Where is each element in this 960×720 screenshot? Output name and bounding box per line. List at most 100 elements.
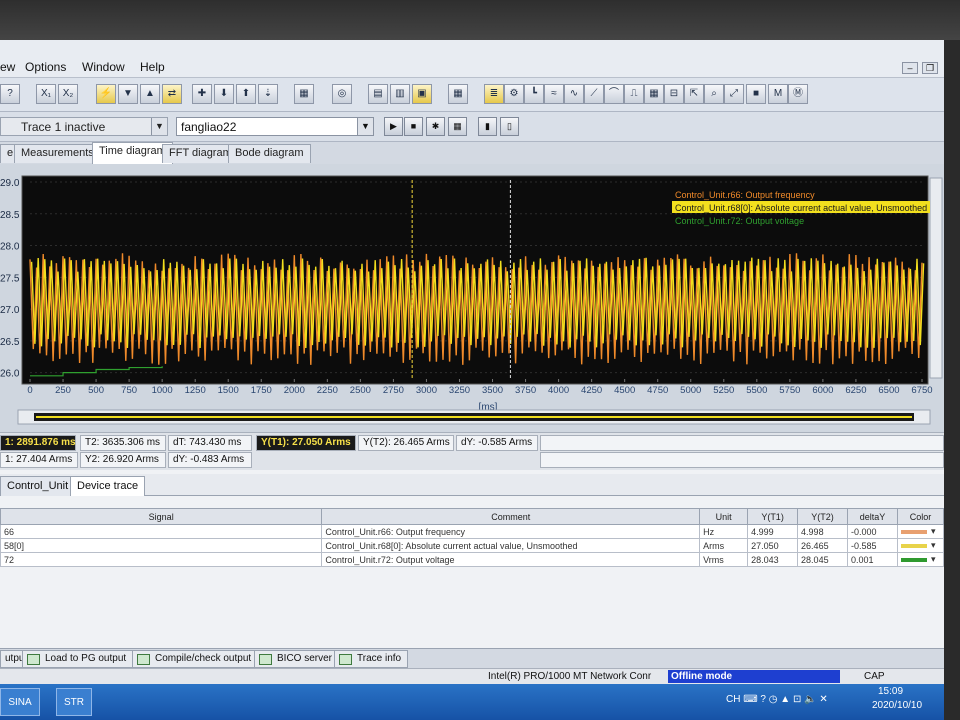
connect-icon[interactable]: ⇄ [162, 84, 182, 104]
menu-help[interactable]: Help [140, 60, 165, 74]
upload-icon[interactable]: ▲ [140, 84, 160, 104]
color-cell[interactable]: ▾ [896, 524, 945, 539]
m-circle-icon[interactable]: M [768, 84, 788, 104]
color-cell[interactable]: ▾ [896, 552, 945, 567]
menu-window[interactable]: Window [82, 60, 125, 74]
legend-entry: Control_Unit.r66: Output frequency [675, 190, 815, 200]
tab-device-trace[interactable]: Device trace [70, 476, 146, 496]
step-icon[interactable]: ⎍ [624, 84, 644, 104]
stop-icon[interactable]: ■ [746, 84, 766, 104]
download-icon[interactable]: ▼ [118, 84, 138, 104]
minimize-icon[interactable]: – [902, 62, 918, 74]
accessible-nodes-icon[interactable]: ◎ [332, 84, 352, 104]
menu-options[interactable]: Options [25, 60, 66, 74]
tab-control-unit[interactable]: Control_Unit [0, 476, 76, 496]
x2-icon[interactable]: X₂ [58, 84, 78, 104]
table-icon[interactable]: ▦ [644, 84, 664, 104]
x-tick-label: 5750 [779, 385, 800, 396]
trace-status-select[interactable]: Trace 1 inactive ▼ [0, 117, 168, 136]
tab-time-diagram[interactable]: Time diagram [92, 142, 173, 164]
clock-time: 15:09 [878, 686, 904, 697]
col-color[interactable]: Color [896, 508, 945, 525]
help-icon[interactable]: ? [0, 84, 20, 104]
trace-config-icon[interactable]: ▣ [412, 84, 432, 104]
axis-icon[interactable]: ┗ [524, 84, 544, 104]
col-comment[interactable]: Comment [321, 508, 701, 525]
y-t2-cell: 28.045 [797, 552, 848, 567]
starter-app-icon[interactable]: STR [56, 688, 92, 716]
trigger-icon[interactable]: ✱ [426, 117, 445, 136]
table-row[interactable]: 58[0] Control_Unit.r68[0]: Absolute curr… [0, 538, 945, 553]
fit-icon[interactable]: ⤢ [724, 84, 744, 104]
tray-icons[interactable]: CH ⌨ ? ◷ ▲ ⊡ 🔈 ✕ [726, 694, 828, 705]
trace-measure-icon[interactable]: ▥ [390, 84, 410, 104]
tab-trace-info[interactable]: Trace info [334, 650, 409, 668]
table-row[interactable]: 66 Control_Unit.r66: Output frequency Hz… [0, 524, 945, 539]
trace-status-value: Trace 1 inactive [21, 120, 106, 134]
save-trace-icon[interactable]: ▮ [478, 117, 497, 136]
record-icon[interactable]: ▦ [448, 117, 467, 136]
open-trace-icon[interactable]: ▯ [500, 117, 519, 136]
tab-compile-check-output[interactable]: Compile/check output [132, 650, 259, 668]
cursor-dt-value: dT: 743.430 ms [168, 435, 252, 451]
copy-ram-icon[interactable]: ⇣ [258, 84, 278, 104]
x1-icon[interactable]: X₁ [36, 84, 56, 104]
save-device-icon[interactable]: ⬆ [236, 84, 256, 104]
filter-icon[interactable]: ⊟ [664, 84, 684, 104]
unit-cell: Vrms [699, 552, 749, 567]
tab-bode-diagram[interactable]: Bode diagram [228, 144, 311, 163]
tab-bico-server[interactable]: BICO server [254, 650, 340, 668]
col-delta-y[interactable]: deltaY [847, 508, 898, 525]
cursor-icon[interactable]: ✚ [192, 84, 212, 104]
delta-y-cell: 0.001 [847, 552, 898, 567]
online-icon[interactable]: ⚡ [96, 84, 116, 104]
window-icon [339, 654, 352, 665]
restore-icon[interactable]: ❐ [922, 62, 938, 74]
project-select[interactable]: fangliao22 ▼ [176, 117, 374, 136]
zoom-icon[interactable]: ⌕ [704, 84, 724, 104]
grid-icon[interactable]: ▦ [448, 84, 468, 104]
offline-mode-badge: Offline mode [668, 670, 840, 683]
legend-entry: Control_Unit.r68[0]: Absolute current ac… [675, 203, 927, 213]
gear-icon[interactable]: ⚙ [504, 84, 524, 104]
ramp-icon[interactable]: ⟋ [584, 84, 604, 104]
scale-icon[interactable]: ⇱ [684, 84, 704, 104]
taskbar: SINA STR CH ⌨ ? ◷ ▲ ⊡ 🔈 ✕ 15:09 2020/10/… [0, 684, 944, 720]
tab-load-to-pg-output[interactable]: Load to PG output [22, 650, 134, 668]
y-t1-cell: 28.043 [747, 552, 799, 567]
play-icon[interactable]: ▶ [384, 117, 403, 136]
col-y-t1[interactable]: Y(T1) [747, 508, 799, 525]
chevron-down-icon[interactable]: ▾ [931, 554, 936, 564]
trace-icon[interactable]: ▤ [368, 84, 388, 104]
color-swatch [900, 529, 927, 534]
compile-icon[interactable]: ▦ [294, 84, 314, 104]
time-diagram-chart[interactable]: 29.0 28.5 28.0 27.5 27.0 26.5 26.0 0 250 500 750 10… [0, 164, 944, 432]
wave-icon[interactable]: ∿ [564, 84, 584, 104]
y-t2-cell: 4.998 [797, 524, 848, 539]
chevron-down-icon[interactable]: ▾ [931, 526, 936, 536]
menu-view[interactable]: ew [0, 60, 15, 74]
trace-toolbar: Trace 1 inactive ▼ fangliao22 ▼ ▶ ■ ✱ ▦ … [0, 112, 944, 142]
x-tick-label: 2500 [350, 385, 371, 396]
siemens-app-icon[interactable]: SINA [0, 688, 40, 716]
comment-cell: Control_Unit.r72: Output voltage [321, 552, 701, 567]
stop-icon[interactable]: ■ [404, 117, 423, 136]
chevron-down-icon[interactable]: ▼ [357, 118, 373, 135]
x-tick-label: 3750 [515, 385, 536, 396]
curve-icon[interactable]: ⌒ [604, 84, 624, 104]
color-cell[interactable]: ▾ [896, 538, 945, 553]
list-icon[interactable]: ≣ [484, 84, 504, 104]
m-circle-2-icon[interactable]: Ⓜ [788, 84, 808, 104]
signal-icon[interactable]: ≈ [544, 84, 564, 104]
tab-measurements[interactable]: Measurements [14, 144, 101, 163]
unit-cell: Arms [699, 538, 749, 553]
table-row[interactable]: 72 Control_Unit.r72: Output voltage Vrms… [0, 552, 945, 567]
signal-cell: 58[0] [0, 538, 323, 553]
load-icon[interactable]: ⬇ [214, 84, 234, 104]
chevron-down-icon[interactable]: ▾ [931, 540, 936, 550]
col-unit[interactable]: Unit [699, 508, 749, 525]
x-tick-label: 4500 [614, 385, 635, 396]
col-y-t2[interactable]: Y(T2) [797, 508, 848, 525]
chevron-down-icon[interactable]: ▼ [151, 118, 167, 135]
col-signal[interactable]: Signal [0, 508, 323, 525]
